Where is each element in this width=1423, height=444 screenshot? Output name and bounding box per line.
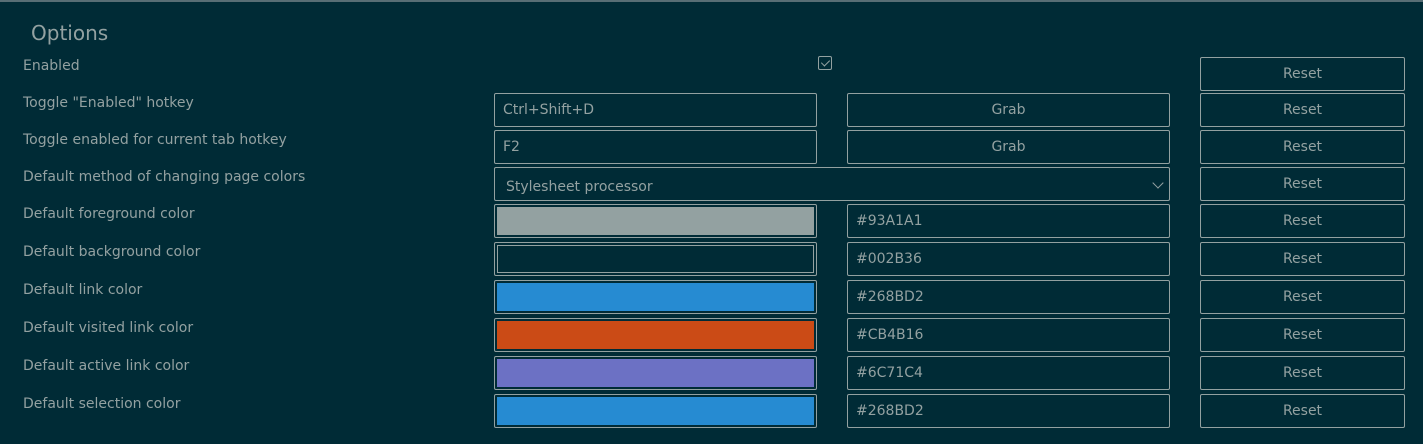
enabled-checkbox[interactable] <box>818 56 832 70</box>
method-select-value: Stylesheet processor <box>506 179 653 195</box>
visited-link-color-picker[interactable] <box>494 318 817 352</box>
reset-button-enabled[interactable]: Reset <box>1200 57 1405 91</box>
option-label-selection-color: Default selection color <box>23 396 181 412</box>
option-label-method: Default method of changing page colors <box>23 169 306 185</box>
link-color-hex-input[interactable]: #268BD2 <box>847 280 1170 314</box>
reset-button-link-color[interactable]: Reset <box>1200 280 1405 314</box>
option-row-selection-color: Default selection color #268BD2 Reset <box>0 394 1423 429</box>
option-row-active-link-color: Default active link color #6C71C4 Reset <box>0 356 1423 391</box>
chevron-down-icon <box>1152 177 1164 189</box>
method-select[interactable]: Stylesheet processor <box>494 167 1170 201</box>
grab-button-toggle-enabled[interactable]: Grab <box>847 93 1170 127</box>
selection-color-picker[interactable] <box>494 394 817 428</box>
foreground-color-hex-input[interactable]: #93A1A1 <box>847 204 1170 238</box>
active-link-color-swatch <box>497 359 814 387</box>
option-label-toggle-enabled-hotkey: Toggle "Enabled" hotkey <box>23 95 194 111</box>
reset-button-visited-link-color[interactable]: Reset <box>1200 318 1405 352</box>
option-row-link-color: Default link color #268BD2 Reset <box>0 280 1423 315</box>
reset-button-background-color[interactable]: Reset <box>1200 242 1405 276</box>
selection-color-hex-input[interactable]: #268BD2 <box>847 394 1170 428</box>
option-label-active-link-color: Default active link color <box>23 358 190 374</box>
reset-button-toggle-enabled-hotkey[interactable]: Reset <box>1200 93 1405 127</box>
foreground-color-swatch <box>497 207 814 235</box>
link-color-picker[interactable] <box>494 280 817 314</box>
option-label-enabled: Enabled <box>23 58 80 74</box>
top-border <box>0 0 1423 2</box>
reset-button-method[interactable]: Reset <box>1200 167 1405 201</box>
background-color-hex-input[interactable]: #002B36 <box>847 242 1170 276</box>
option-label-foreground-color: Default foreground color <box>23 206 195 222</box>
option-row-foreground-color: Default foreground color #93A1A1 Reset <box>0 204 1423 239</box>
reset-button-toggle-tab-hotkey[interactable]: Reset <box>1200 130 1405 164</box>
link-color-swatch <box>497 283 814 311</box>
toggle-tab-hotkey-input[interactable]: F2 <box>494 130 817 164</box>
active-link-color-hex-input[interactable]: #6C71C4 <box>847 356 1170 390</box>
reset-button-foreground-color[interactable]: Reset <box>1200 204 1405 238</box>
toggle-enabled-hotkey-input[interactable]: Ctrl+Shift+D <box>494 93 817 127</box>
visited-link-color-hex-input[interactable]: #CB4B16 <box>847 318 1170 352</box>
grab-button-toggle-tab[interactable]: Grab <box>847 130 1170 164</box>
page-title: Options <box>31 21 109 45</box>
option-row-background-color: Default background color #002B36 Reset <box>0 242 1423 277</box>
foreground-color-picker[interactable] <box>494 204 817 238</box>
reset-button-active-link-color[interactable]: Reset <box>1200 356 1405 390</box>
option-label-toggle-tab-hotkey: Toggle enabled for current tab hotkey <box>23 132 287 148</box>
reset-button-selection-color[interactable]: Reset <box>1200 394 1405 428</box>
active-link-color-picker[interactable] <box>494 356 817 390</box>
check-icon <box>820 57 831 67</box>
option-row-enabled: Enabled Reset <box>0 57 1423 91</box>
option-row-visited-link-color: Default visited link color #CB4B16 Reset <box>0 318 1423 353</box>
option-label-link-color: Default link color <box>23 282 143 298</box>
background-color-swatch <box>497 245 814 273</box>
selection-color-swatch <box>497 397 814 425</box>
visited-link-color-swatch <box>497 321 814 349</box>
option-row-method: Default method of changing page colors S… <box>0 167 1423 202</box>
option-row-toggle-enabled-hotkey: Toggle "Enabled" hotkey Ctrl+Shift+D Gra… <box>0 93 1423 128</box>
option-row-toggle-tab-hotkey: Toggle enabled for current tab hotkey F2… <box>0 130 1423 165</box>
option-label-visited-link-color: Default visited link color <box>23 320 194 336</box>
option-label-background-color: Default background color <box>23 244 201 260</box>
background-color-picker[interactable] <box>494 242 817 276</box>
